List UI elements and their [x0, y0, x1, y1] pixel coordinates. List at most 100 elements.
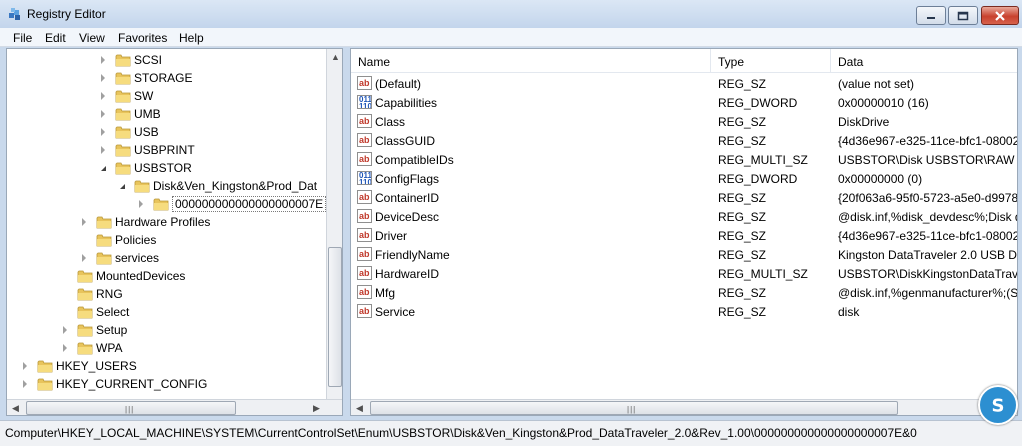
tree-item-label: UMB: [134, 107, 161, 121]
tree-horizontal-scrollbar[interactable]: ◀ ||| ▶: [7, 399, 342, 415]
tree-item[interactable]: RNG: [7, 285, 325, 303]
tree-item-label: Select: [96, 305, 130, 319]
menu-view[interactable]: View: [79, 31, 105, 45]
tree-item-label: Setup: [96, 323, 128, 337]
list-horizontal-scrollbar[interactable]: ◀ ||| ▶: [351, 399, 1017, 415]
value-row[interactable]: ab Class REG_SZ DiskDrive: [351, 112, 1017, 131]
value-row[interactable]: ab ContainerID REG_SZ {20f063a6-95f0-5723-a…: [351, 188, 1017, 207]
tree-item[interactable]: SCSI: [7, 51, 325, 69]
value-type: REG_SZ: [718, 305, 767, 319]
minimize-icon: [927, 16, 935, 19]
value-row[interactable]: ab DeviceDesc REG_SZ @disk.inf,%disk_devdes…: [351, 207, 1017, 226]
folder-icon: [96, 234, 112, 247]
tree-item[interactable]: SW: [7, 87, 325, 105]
folder-icon: [37, 360, 53, 373]
value-row[interactable]: ab (Default) REG_SZ (value not set): [351, 74, 1017, 93]
tree-item-label: HKEY_CURRENT_CONFIG: [56, 377, 208, 391]
string-value-icon: ab: [357, 76, 372, 90]
tree-item-label-selected: 000000000000000000007E: [172, 196, 327, 212]
tree-item[interactable]: USBPRINT: [7, 141, 325, 159]
menu-edit[interactable]: Edit: [45, 31, 66, 45]
value-row[interactable]: ab Driver REG_SZ {4d36e967-e325-11ce-bfc1-0…: [351, 226, 1017, 245]
tree-item[interactable]: WPA: [7, 339, 325, 357]
expand-arrow-icon[interactable]: [23, 380, 27, 388]
expand-arrow-icon[interactable]: [139, 200, 143, 208]
scroll-up-arrow-icon[interactable]: ▲: [327, 49, 342, 65]
dword-value-icon: 011 110: [357, 95, 372, 109]
value-data: 0x00000000 (0): [838, 172, 923, 186]
expand-arrow-icon[interactable]: [101, 56, 105, 64]
value-row[interactable]: 011 110 ConfigFlags REG_DWORD 0x00000000 (0…: [351, 169, 1017, 188]
value-data: USBSTOR\DiskKingstonDataTrave: [838, 267, 1017, 281]
scroll-left-arrow-icon[interactable]: ◀: [351, 400, 368, 415]
tree-item[interactable]: USBSTOR: [7, 159, 325, 177]
value-row[interactable]: ab Mfg REG_SZ @disk.inf,%genmanufacturer%;(…: [351, 283, 1017, 302]
value-row[interactable]: ab Service REG_SZ disk: [351, 302, 1017, 321]
tree-item[interactable]: UMB: [7, 105, 325, 123]
folder-icon: [77, 342, 93, 355]
column-header-name[interactable]: Name: [351, 49, 711, 73]
expand-arrow-icon[interactable]: [101, 74, 105, 82]
status-path: Computer\HKEY_LOCAL_MACHINE\SYSTEM\Curre…: [5, 426, 917, 440]
expand-arrow-icon[interactable]: [101, 92, 105, 100]
close-button[interactable]: [981, 6, 1019, 25]
tree-item[interactable]: HKEY_USERS: [7, 357, 325, 375]
tree-item[interactable]: STORAGE: [7, 69, 325, 87]
expand-arrow-icon[interactable]: [63, 344, 67, 352]
tree-item[interactable]: Policies: [7, 231, 325, 249]
folder-icon: [77, 324, 93, 337]
collapse-arrow-icon[interactable]: [101, 166, 106, 171]
expand-arrow-icon[interactable]: [101, 128, 105, 136]
grip-icon: |||: [125, 405, 135, 414]
value-row[interactable]: ab ClassGUID REG_SZ {4d36e967-e325-11ce-bfc…: [351, 131, 1017, 150]
value-list-pane[interactable]: Name Type Data ab (Default) REG_SZ (value n…: [350, 48, 1018, 416]
tree-vscroll-thumb[interactable]: [328, 247, 342, 387]
tree-item-label: SCSI: [134, 53, 163, 67]
value-data: {20f063a6-95f0-5723-a5e0-d99781: [838, 191, 1017, 205]
tree-item[interactable]: Disk&Ven_Kingston&Prod_Dat: [7, 177, 325, 195]
expand-arrow-icon[interactable]: [82, 254, 86, 262]
expand-arrow-icon[interactable]: [23, 362, 27, 370]
list-hscroll-thumb[interactable]: |||: [370, 401, 898, 415]
value-type: REG_SZ: [718, 77, 767, 91]
tree-item-label: WPA: [96, 341, 123, 355]
column-header-data[interactable]: Data: [831, 49, 1017, 73]
expand-arrow-icon[interactable]: [82, 218, 86, 226]
value-type: REG_SZ: [718, 210, 767, 224]
tree-item[interactable]: USB: [7, 123, 325, 141]
value-name: ConfigFlags: [375, 172, 440, 186]
collapse-arrow-icon[interactable]: [120, 184, 125, 189]
tree-hscroll-thumb[interactable]: |||: [26, 401, 236, 415]
tree-item[interactable]: services: [7, 249, 325, 267]
folder-icon: [115, 162, 131, 175]
value-name: FriendlyName: [375, 248, 450, 262]
tree-vertical-scrollbar[interactable]: ▲: [326, 49, 342, 399]
value-type: REG_SZ: [718, 115, 767, 129]
registry-editor-icon: [9, 8, 20, 20]
tree-item[interactable]: 000000000000000000007E: [7, 195, 327, 213]
expand-arrow-icon[interactable]: [101, 146, 105, 154]
menu-favorites[interactable]: Favorites: [118, 31, 167, 45]
scroll-right-arrow-icon[interactable]: ▶: [308, 400, 325, 415]
tree-item[interactable]: MountedDevices: [7, 267, 325, 285]
value-row[interactable]: ab FriendlyName REG_SZ Kingston DataTravele…: [351, 245, 1017, 264]
folder-icon: [115, 126, 131, 139]
menu-help[interactable]: Help: [179, 31, 204, 45]
scroll-left-arrow-icon[interactable]: ◀: [7, 400, 24, 415]
column-header-type[interactable]: Type: [711, 49, 831, 73]
value-row[interactable]: 011 110 Capabilities REG_DWORD 0x00000010 (…: [351, 93, 1017, 112]
string-value-icon: ab: [357, 247, 372, 261]
menu-file[interactable]: File: [13, 31, 32, 45]
maximize-button[interactable]: [948, 6, 978, 25]
tree-item-label: RNG: [96, 287, 123, 301]
expand-arrow-icon[interactable]: [63, 326, 67, 334]
value-row[interactable]: ab CompatibleIDs REG_MULTI_SZ USBSTOR\Disk …: [351, 150, 1017, 169]
minimize-button[interactable]: [916, 6, 946, 25]
tree-item[interactable]: HKEY_CURRENT_CONFIG: [7, 375, 325, 393]
key-tree-pane[interactable]: SCSI STORAGE SW UMB USB USBPRINT USBSTOR Disk&V…: [6, 48, 343, 416]
tree-item[interactable]: Select: [7, 303, 325, 321]
expand-arrow-icon[interactable]: [101, 110, 105, 118]
tree-item[interactable]: Setup: [7, 321, 325, 339]
value-row[interactable]: ab HardwareID REG_MULTI_SZ USBSTOR\DiskKing…: [351, 264, 1017, 283]
tree-item[interactable]: Hardware Profiles: [7, 213, 325, 231]
